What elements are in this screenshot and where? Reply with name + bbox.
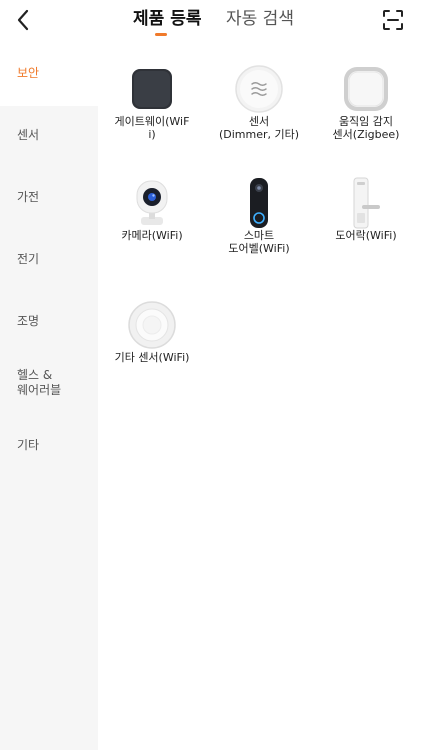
category-sidebar: 보안 센서 가전 전기 조명 헬스 & 웨어러블 기타	[0, 44, 98, 750]
active-tab-indicator	[155, 33, 167, 36]
category-appliance[interactable]: 가전	[0, 168, 98, 230]
category-label: 기타	[17, 438, 40, 452]
gateway-icon	[132, 69, 172, 109]
category-lighting[interactable]: 조명	[0, 292, 98, 354]
category-health-wearable[interactable]: 헬스 & 웨어러블	[0, 354, 98, 416]
device-label: 센서 (Dimmer, 기타)	[218, 115, 300, 141]
door-lock-icon	[353, 177, 380, 229]
tab-product-registration[interactable]: 제품 등록	[133, 8, 201, 30]
category-sensor[interactable]: 센서	[0, 106, 98, 168]
category-label: 조명	[17, 314, 40, 328]
back-arrow-icon[interactable]	[12, 8, 36, 32]
top-bar: 제품 등록 자동 검색	[0, 0, 422, 44]
category-label: 헬스 & 웨어러블	[17, 368, 62, 397]
category-label: 센서	[17, 128, 40, 142]
smoke-sensor-icon	[128, 301, 176, 349]
scan-icon[interactable]	[382, 9, 404, 31]
device-label: 카메라(WiFi)	[121, 229, 183, 242]
category-etc[interactable]: 기타	[0, 416, 98, 478]
device-label: 움직임 감지 센서(Zigbee)	[332, 115, 400, 141]
category-label: 보안	[17, 66, 40, 80]
camera-icon	[136, 180, 168, 225]
category-label: 전기	[17, 252, 40, 266]
device-label: 게이트웨이(WiF i)	[114, 115, 190, 141]
device-label: 도어락(WiFi)	[335, 229, 397, 242]
tab-auto-search[interactable]: 자동 검색	[226, 8, 294, 30]
category-label: 가전	[17, 190, 40, 204]
sensor-icon	[235, 65, 283, 113]
motion-sensor-icon	[344, 67, 388, 111]
doorbell-icon	[250, 178, 268, 228]
device-label: 기타 센서(WiFi)	[114, 351, 190, 364]
category-electric[interactable]: 전기	[0, 230, 98, 292]
device-label: 스마트 도어벨(WiFi)	[228, 229, 290, 255]
category-security[interactable]: 보안	[0, 44, 98, 106]
